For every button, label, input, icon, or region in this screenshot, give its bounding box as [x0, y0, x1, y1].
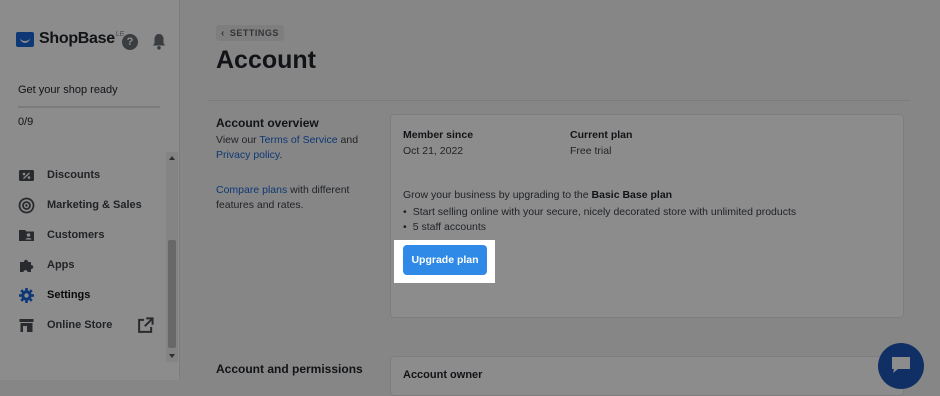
- sidebar-item-label: Marketing & Sales: [47, 199, 142, 211]
- shopbase-logo[interactable]: ShopBase LE: [16, 30, 124, 48]
- puzzle-icon: [20, 259, 34, 272]
- breadcrumb[interactable]: ‹ SETTINGS: [216, 25, 284, 41]
- sidebar-item-online-store[interactable]: Online Store: [0, 310, 166, 340]
- terms-of-service-link[interactable]: Terms of Service: [259, 134, 337, 146]
- sidebar: ShopBase LE ? Get your shop ready 0/9 Di…: [0, 0, 180, 380]
- current-plan-value: Free trial: [570, 145, 612, 157]
- sidebar-item-customers[interactable]: Customers: [0, 220, 166, 250]
- scroll-up-arrow-icon[interactable]: [169, 156, 175, 160]
- setup-progress-count: 0/9: [18, 116, 34, 128]
- upgrade-message-text: Grow your business by upgrading to the: [403, 189, 589, 201]
- sidebar-item-label: Online Store: [47, 319, 113, 331]
- and-text: and: [340, 134, 359, 146]
- shopbase-logo-icon: [16, 31, 34, 47]
- divider: [208, 100, 910, 101]
- sidebar-item-label: Apps: [47, 259, 75, 271]
- list-item: 5 staff accounts: [403, 220, 796, 235]
- account-owner-card: Account owner: [390, 356, 904, 396]
- upgrade-plan-button[interactable]: Upgrade plan: [403, 245, 487, 275]
- sidebar-item-label: Customers: [47, 229, 105, 241]
- sidebar-item-label: Settings: [47, 289, 91, 301]
- sidebar-item-label: Discounts: [47, 169, 101, 181]
- target-icon: [18, 197, 35, 213]
- current-plan-label: Current plan: [570, 129, 633, 141]
- sidebar-scrollbar[interactable]: [166, 152, 178, 362]
- help-icon[interactable]: ?: [122, 34, 138, 50]
- account-overview-description: Account overview View our Terms of Servi…: [216, 116, 366, 213]
- sidebar-nav: Discounts Marketing & Sales Customers Ap…: [0, 160, 166, 340]
- member-since-label: Member since: [403, 129, 474, 141]
- page-title: Account: [216, 46, 316, 74]
- store-icon: [19, 318, 34, 332]
- customers-icon: [19, 229, 34, 241]
- list-item: Start selling online with your secure, n…: [403, 205, 796, 220]
- brand-name: ShopBase: [39, 30, 115, 47]
- discount-icon: [19, 169, 34, 181]
- account-owner-label: Account owner: [403, 369, 483, 381]
- sidebar-item-marketing-sales[interactable]: Marketing & Sales: [0, 190, 166, 220]
- sidebar-item-discounts[interactable]: Discounts: [0, 160, 166, 190]
- main-content: ‹ SETTINGS Account Account overview View…: [180, 0, 940, 396]
- gear-icon: [19, 287, 34, 303]
- setup-progress-bar: [18, 106, 160, 108]
- account-overview-card: Member since Oct 21, 2022 Current plan F…: [390, 114, 904, 318]
- chat-button[interactable]: [878, 343, 924, 389]
- upgrade-message: Grow your business by upgrading to the B…: [403, 189, 672, 201]
- plan-name: Basic Base plan: [591, 189, 673, 201]
- account-overview-title: Account overview: [216, 116, 319, 130]
- compare-plans-link[interactable]: Compare plans: [216, 184, 287, 196]
- external-link-icon[interactable]: [137, 316, 154, 334]
- chat-icon: [892, 357, 910, 373]
- breadcrumb-label: SETTINGS: [229, 28, 279, 38]
- chevron-left-icon: ‹: [221, 27, 225, 39]
- sidebar-item-apps[interactable]: Apps: [0, 250, 166, 280]
- setup-guide-title[interactable]: Get your shop ready: [18, 84, 118, 96]
- account-permissions-title: Account and permissions: [216, 362, 363, 376]
- plan-benefits-list: Start selling online with your secure, n…: [403, 205, 796, 235]
- period-text: .: [279, 149, 283, 161]
- sidebar-item-settings[interactable]: Settings: [0, 280, 166, 310]
- privacy-policy-link[interactable]: Privacy policy: [216, 149, 279, 161]
- scroll-down-arrow-icon[interactable]: [169, 354, 175, 358]
- member-since-value: Oct 21, 2022: [403, 145, 464, 157]
- view-our-text: View our: [216, 134, 257, 146]
- bell-icon[interactable]: [151, 33, 167, 50]
- scroll-thumb[interactable]: [168, 240, 176, 348]
